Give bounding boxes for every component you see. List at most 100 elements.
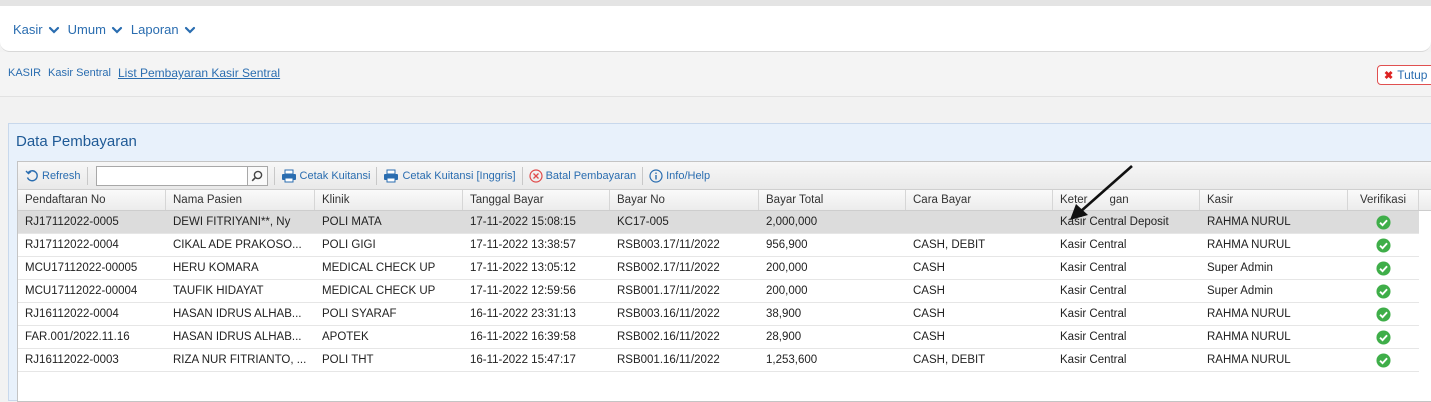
- breadcrumb-bar: KASIR Kasir Sentral List Pembayaran Kasi…: [0, 52, 1431, 97]
- cetak-kuitansi-inggris-label: Cetak Kuitansi [Inggris]: [402, 169, 516, 182]
- cell-pendaftaran-no: RJ16112022-0004: [25, 308, 119, 320]
- cell-bayar-total: 1,253,600: [766, 354, 818, 366]
- column-header-verifikasi[interactable]: Verifikasi: [1348, 190, 1419, 210]
- menu-kasir[interactable]: Kasir: [13, 22, 60, 37]
- tutup-label: Tutup: [1397, 68, 1428, 82]
- printer-icon: [281, 169, 296, 182]
- cell-nama-pasien: CIKAL ADE PRAKOSO...: [166, 234, 315, 256]
- menu-laporan[interactable]: Laporan: [131, 22, 196, 37]
- cell-keterangan: Kasir Central Deposit: [1060, 216, 1169, 228]
- batal-pembayaran-label: Batal Pembayaran: [545, 169, 637, 182]
- cell-bayar-total: 200,000: [766, 285, 808, 297]
- table-row[interactable]: MCU17112022-00005 HERU KOMARA MEDICAL CH…: [18, 257, 1419, 280]
- cell-pendaftaran-no: RJ16112022-0003: [25, 354, 119, 366]
- cell-tanggal-bayar: 16-11-2022 23:31:13: [470, 308, 576, 320]
- cell-bayar-total: 28,900: [766, 331, 802, 343]
- cell-bayar-total: 200,000: [766, 262, 808, 274]
- cell-klinik: MEDICAL CHECK UP: [322, 262, 436, 274]
- verified-check-icon: [1375, 352, 1391, 368]
- breadcrumb-kasir[interactable]: KASIR: [8, 67, 41, 80]
- info-help-button[interactable]: Info/Help: [649, 168, 711, 183]
- breadcrumb-list-pembayaran[interactable]: List Pembayaran Kasir Sentral: [118, 66, 280, 80]
- header-keterangan-part1: Keter: [1060, 194, 1088, 206]
- cell-cara-bayar: CASH, DEBIT: [913, 239, 986, 251]
- cell-pendaftaran-no: FAR.001/2022.11.16: [25, 331, 130, 343]
- grid-body: RJ17112022-0005 DEWI FITRIYANI**, Ny POL…: [18, 211, 1431, 372]
- info-help-label: Info/Help: [666, 169, 711, 182]
- column-header-nama-pasien[interactable]: Nama Pasien: [166, 190, 315, 210]
- top-menu-bar: Kasir Umum Laporan: [0, 0, 1431, 52]
- cell-bayar-total: 956,900: [766, 239, 808, 251]
- verified-check-icon: [1375, 283, 1391, 299]
- table-row[interactable]: MCU17112022-00004 TAUFIK HIDAYAT MEDICAL…: [18, 280, 1419, 303]
- tutup-button[interactable]: ✖ Tutup: [1377, 65, 1431, 85]
- column-header-pendaftaran-no[interactable]: Pendaftaran No: [18, 190, 166, 210]
- cell-kasir: RAHMA NURUL: [1207, 354, 1291, 366]
- cell-pendaftaran-no: RJ17112022-0004: [25, 239, 119, 251]
- cell-verifikasi: [1348, 303, 1419, 325]
- main-menu: Kasir Umum Laporan: [13, 22, 196, 37]
- cell-pendaftaran-no: RJ17112022-0005: [25, 216, 119, 228]
- menu-umum[interactable]: Umum: [68, 22, 123, 37]
- cell-bayar-no: RSB003.17/11/2022: [617, 239, 720, 251]
- toolbar-separator: [376, 166, 378, 185]
- toolbar-separator: [521, 166, 523, 185]
- cell-klinik: POLI THT: [322, 354, 374, 366]
- cell-bayar-no: RSB003.16/11/2022: [617, 308, 720, 320]
- cell-verifikasi: [1348, 257, 1419, 279]
- cetak-kuitansi-button[interactable]: Cetak Kuitansi: [281, 169, 371, 183]
- payment-grid: Refresh Cetak Kuitansi Cetak Kuitansi [I…: [17, 161, 1431, 402]
- column-header-kasir[interactable]: Kasir: [1200, 190, 1348, 210]
- cetak-kuitansi-label: Cetak Kuitansi: [299, 169, 371, 182]
- cell-kasir: RAHMA NURUL: [1207, 308, 1291, 320]
- cell-verifikasi: [1348, 280, 1419, 302]
- grid-toolbar: Refresh Cetak Kuitansi Cetak Kuitansi [I…: [18, 162, 1431, 190]
- cell-pendaftaran-no: MCU17112022-00005: [25, 262, 138, 274]
- cell-nama-pasien: RIZA NUR FITRIANTO, ...: [166, 349, 315, 371]
- column-header-bayar-total[interactable]: Bayar Total: [759, 190, 906, 210]
- cell-kasir: RAHMA NURUL: [1207, 239, 1291, 251]
- toolbar-separator: [86, 166, 88, 185]
- column-header-tanggal-bayar[interactable]: Tanggal Bayar: [463, 190, 610, 210]
- cell-nama-pasien-text: HERU KOMARA: [173, 262, 259, 274]
- column-header-cara-bayar[interactable]: Cara Bayar: [906, 190, 1053, 210]
- cell-keterangan: Kasir Central: [1060, 239, 1127, 251]
- table-row[interactable]: RJ16112022-0003 RIZA NUR FITRIANTO, ... …: [18, 349, 1419, 372]
- cell-keterangan: Kasir Central: [1060, 262, 1127, 274]
- cell-keterangan: Kasir Central: [1060, 354, 1127, 366]
- batal-pembayaran-button[interactable]: Batal Pembayaran: [528, 168, 637, 183]
- table-row[interactable]: RJ17112022-0005 DEWI FITRIYANI**, Ny POL…: [18, 211, 1419, 234]
- table-row[interactable]: FAR.001/2022.11.16 HASAN IDRUS ALHAB... …: [18, 326, 1419, 349]
- menu-umum-label: Umum: [67, 22, 106, 37]
- cetak-kuitansi-inggris-button[interactable]: Cetak Kuitansi [Inggris]: [383, 169, 516, 183]
- header-keterangan-part2: gan: [1109, 194, 1129, 206]
- cell-bayar-no: RSB001.17/11/2022: [617, 285, 720, 297]
- column-header-klinik[interactable]: Klinik: [315, 190, 463, 210]
- cell-nama-pasien-text: RIZA NUR FITRIANTO, ...: [173, 354, 307, 366]
- cell-verifikasi: [1348, 211, 1419, 233]
- cell-cara-bayar: CASH: [913, 308, 945, 320]
- search-input[interactable]: [95, 165, 248, 186]
- toolbar-separator: [273, 166, 275, 185]
- panel-title: Data Pembayaran: [16, 133, 137, 150]
- refresh-label: Refresh: [42, 169, 81, 182]
- column-header-bayar-no[interactable]: Bayar No: [610, 190, 759, 210]
- cell-nama-pasien-text: CIKAL ADE PRAKOSO...: [173, 239, 302, 251]
- cell-klinik: POLI MATA: [322, 216, 382, 228]
- table-row[interactable]: RJ17112022-0004 CIKAL ADE PRAKOSO... POL…: [18, 234, 1419, 257]
- chevron-down-icon: [184, 26, 195, 34]
- breadcrumb-kasir-sentral[interactable]: Kasir Sentral: [48, 67, 111, 80]
- cell-klinik: MEDICAL CHECK UP: [322, 285, 436, 297]
- refresh-button[interactable]: Refresh: [25, 169, 81, 183]
- cell-nama-pasien: HASAN IDRUS ALHAB...: [166, 303, 315, 325]
- close-icon: ✖: [1384, 69, 1394, 82]
- table-row[interactable]: RJ16112022-0004 HASAN IDRUS ALHAB... POL…: [18, 303, 1419, 326]
- cell-verifikasi: [1348, 326, 1419, 348]
- cell-kasir: Super Admin: [1207, 262, 1273, 274]
- search-button[interactable]: [247, 165, 268, 186]
- cancel-icon: [528, 168, 543, 183]
- column-header-keterangan[interactable]: Keter gan: [1053, 190, 1200, 210]
- cell-bayar-no: RSB001.16/11/2022: [617, 354, 720, 366]
- breadcrumb: KASIR Kasir Sentral List Pembayaran Kasi…: [8, 66, 280, 80]
- cell-verifikasi: [1348, 234, 1419, 256]
